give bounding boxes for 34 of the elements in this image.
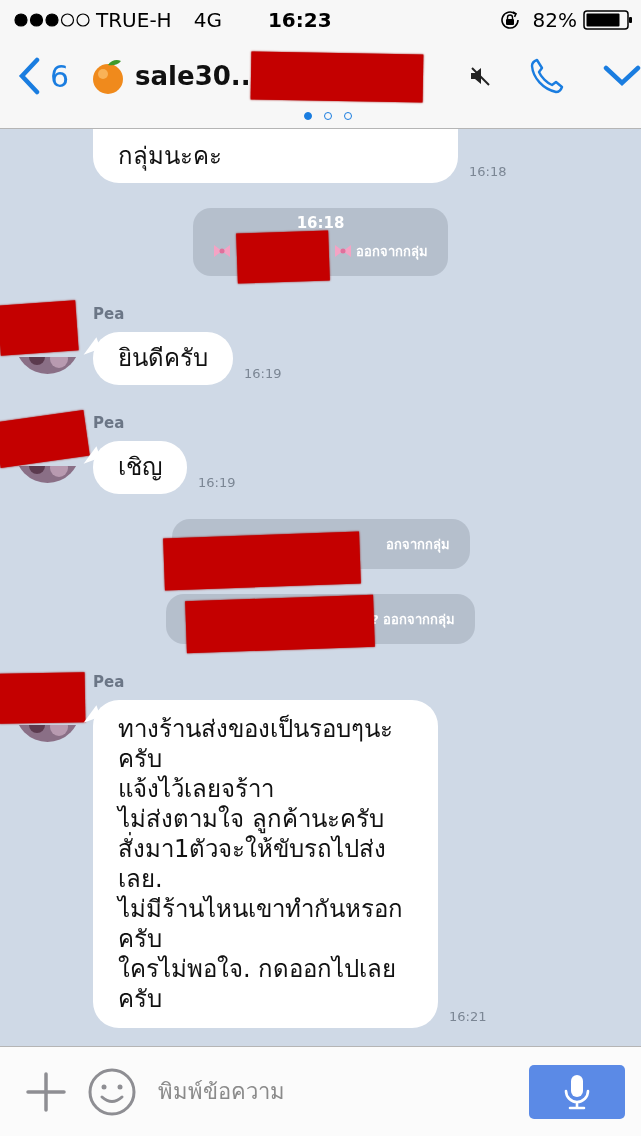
notice-time: 16:18 [296, 214, 345, 232]
microphone-icon [562, 1072, 592, 1111]
message-bubble: เชิญ [93, 441, 187, 494]
emoji-icon[interactable] [88, 1067, 136, 1116]
sender-name: Pea [93, 305, 126, 323]
network-type: 4G [193, 8, 222, 32]
chevron-down-icon[interactable] [603, 65, 641, 87]
voice-button[interactable] [529, 1064, 625, 1119]
notice-text: อกจากกลุ่ม [385, 535, 450, 555]
message-time: 16:19 [244, 366, 282, 381]
chat-title: sale30.. [135, 61, 251, 91]
mute-icon [469, 65, 492, 87]
page-dot[interactable] [303, 112, 312, 120]
clock: 16:23 [267, 8, 332, 32]
message-input[interactable]: พิมพ์ข้อความ [158, 1079, 507, 1104]
message-time: 16:21 [449, 1009, 487, 1024]
battery-percent: 82% [532, 8, 577, 32]
notice-text: ออกจากกลุ่ม [356, 242, 428, 262]
signal-icon [14, 13, 90, 27]
carrier-name: TRUE-H [96, 8, 172, 32]
rotation-lock-icon [498, 9, 521, 31]
plus-icon[interactable] [26, 1071, 66, 1112]
message-bubble: ทางร้านส่งของเป็นรอบๆนะ ครับ แจ้งไว้เลยจร้าา ไม่ส่งตามใจ ลูกค้านะครับ สั่งมา1ตัวจะให้ขับรถไปส่ง เลย. ไม่มีร้านไหนเขาทำกันหรอก ครับ ใครไม่พอใจ. กดออกไปเลย ครับ [93, 700, 438, 1028]
battery-icon [583, 10, 633, 30]
message-time: 16:18 [469, 164, 507, 179]
phone-icon[interactable] [529, 57, 566, 95]
message-bubble: ยินดีครับ [93, 332, 233, 385]
message-bubble: กลุ่มนะคะ [93, 129, 458, 183]
bow-icon [334, 244, 352, 258]
fruit-icon [91, 57, 126, 95]
sender-name: Pea [93, 414, 126, 432]
message-time: 16:19 [198, 475, 236, 490]
sender-name: Pea [93, 673, 126, 691]
back-button[interactable]: 6 [18, 57, 70, 95]
